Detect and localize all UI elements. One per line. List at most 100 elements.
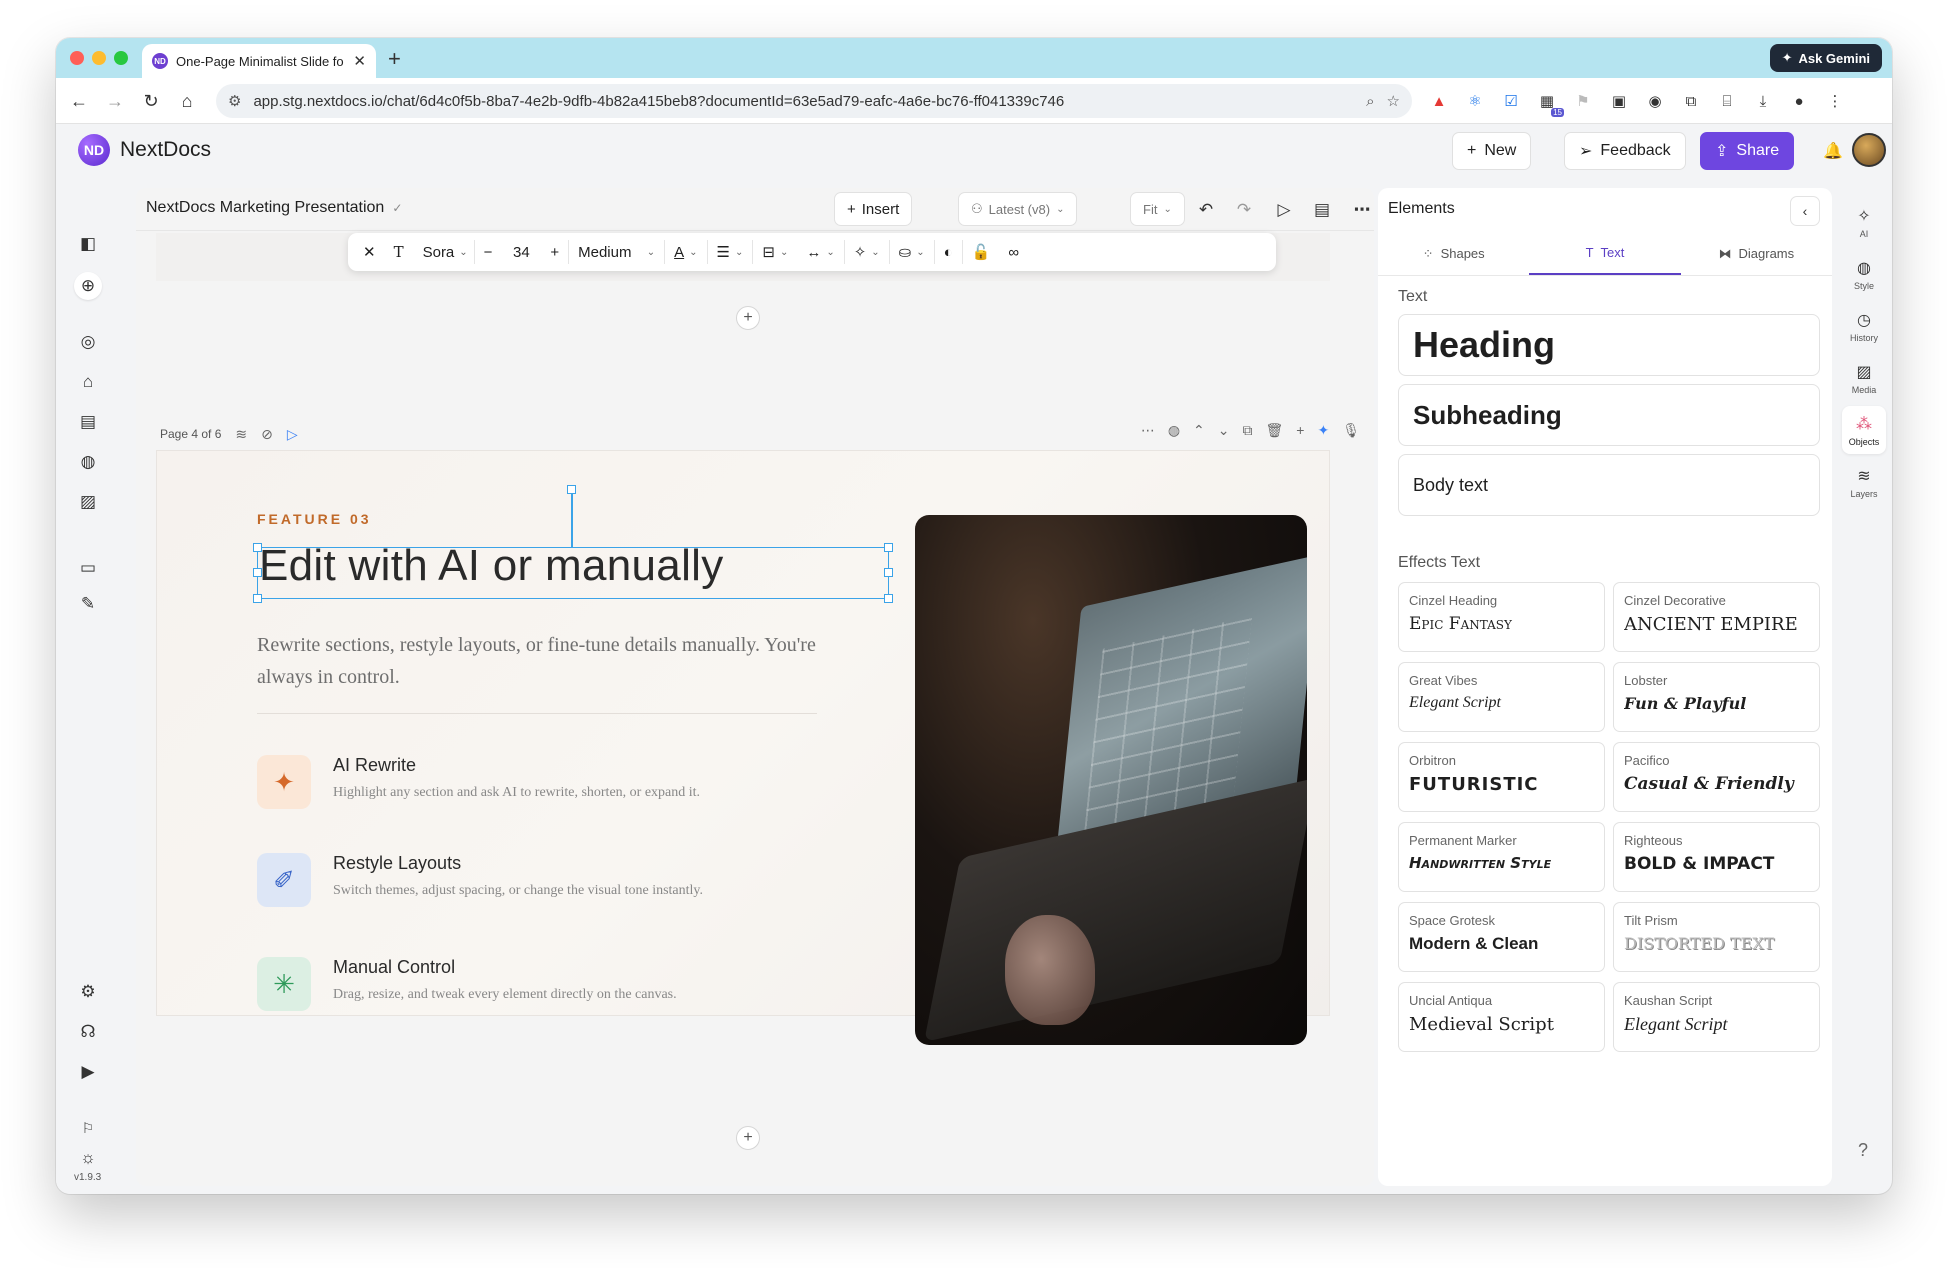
feedback-button[interactable]: ➢ Feedback: [1564, 132, 1686, 170]
laptop-photo[interactable]: [915, 515, 1307, 1045]
heading-text-option[interactable]: Heading: [1398, 314, 1820, 376]
redo-icon[interactable]: ↷: [1230, 196, 1258, 224]
slide-body-text[interactable]: Rewrite sections, restyle layouts, or fi…: [257, 629, 817, 693]
help-question-icon[interactable]: ?: [1858, 1140, 1868, 1161]
opacity-icon[interactable]: ◐: [935, 240, 963, 264]
duplicate-icon[interactable]: ⧉: [1243, 422, 1253, 439]
app-logo[interactable]: ND NextDocs: [78, 134, 211, 166]
support-headset-icon[interactable]: ☊: [74, 1018, 102, 1046]
insert-button[interactable]: + Insert: [834, 192, 913, 226]
resize-handle-tl[interactable]: [253, 543, 262, 552]
settings-gear-icon[interactable]: ⚙: [74, 978, 102, 1006]
tab-diagrams[interactable]: ⧓ Diagrams: [1681, 232, 1832, 275]
video-icon[interactable]: ▶: [74, 1058, 102, 1086]
delete-trash-icon[interactable]: 🗑: [1266, 422, 1284, 439]
spacing-dropdown[interactable]: ↔ ⌄: [797, 240, 845, 264]
url-text[interactable]: app.stg.nextdocs.io/chat/6d4c0f5b-8ba7-4…: [253, 93, 1354, 110]
images-icon[interactable]: ▨: [74, 488, 102, 516]
lock-icon[interactable]: 🔓: [963, 233, 1000, 271]
fill-dropdown[interactable]: ⛀ ⌄: [890, 240, 935, 264]
rail-style[interactable]: ◍ Style: [1842, 250, 1886, 298]
extension-check-icon[interactable]: ☑: [1498, 88, 1524, 114]
font-size-value[interactable]: 34: [501, 233, 541, 271]
toggle-sidebar-icon[interactable]: ◧: [74, 230, 102, 258]
tab-shapes[interactable]: ⁘ Shapes: [1378, 232, 1529, 275]
home-nav-icon[interactable]: ⌂: [74, 368, 102, 396]
new-tab-icon[interactable]: +: [388, 46, 401, 72]
resize-handle-br[interactable]: [884, 594, 893, 603]
notifications-bell-icon[interactable]: 🔔: [1818, 136, 1848, 166]
effects-dropdown[interactable]: ✧ ⌄: [845, 240, 890, 264]
extensions-puzzle-icon[interactable]: ⧉: [1678, 88, 1704, 114]
collapse-panel-icon[interactable]: ‹: [1790, 196, 1820, 226]
extension-circle-icon[interactable]: ◉: [1642, 88, 1668, 114]
reload-icon[interactable]: ↻: [138, 88, 164, 114]
us-flag-icon[interactable]: ⚐: [74, 1114, 102, 1142]
slide-eyebrow[interactable]: FEATURE 03: [257, 511, 372, 527]
close-window-button[interactable]: [70, 51, 84, 65]
new-chat-icon[interactable]: ⊕: [74, 272, 102, 300]
templates-icon[interactable]: ▤: [74, 408, 102, 436]
resize-handle-ml[interactable]: [253, 568, 262, 577]
effect-option[interactable]: Orbitron FUTURISTIC: [1398, 742, 1605, 812]
panel-resize-grip-icon[interactable]: ⠿: [1372, 720, 1374, 737]
extension-triangle-icon[interactable]: ▲: [1426, 88, 1452, 114]
slide-canvas[interactable]: FEATURE 03 Edit with AI or manually Rewr…: [156, 450, 1330, 1045]
font-family-dropdown[interactable]: T Sora ⌄: [385, 240, 475, 264]
text-color-dropdown[interactable]: A ⌄: [665, 240, 708, 264]
rail-ai[interactable]: ✧ AI: [1842, 198, 1886, 246]
reading-mode-icon[interactable]: ⌸: [1714, 88, 1740, 114]
vertical-align-dropdown[interactable]: ⊟ ⌄: [753, 233, 797, 271]
extension-calendar-icon[interactable]: ▦ 15: [1534, 88, 1564, 117]
align-dropdown[interactable]: ☰ ⌄: [708, 240, 754, 264]
download-icon[interactable]: ⤓: [1750, 88, 1776, 114]
add-page-icon[interactable]: +: [1296, 422, 1304, 439]
effect-option[interactable]: Great Vibes Elegant Script: [1398, 662, 1605, 732]
new-button[interactable]: + New: [1452, 132, 1532, 170]
increase-size-button[interactable]: +: [541, 240, 570, 264]
feature-item[interactable]: ✐ Restyle Layouts Switch themes, adjust …: [257, 853, 857, 913]
palette-icon[interactable]: ◍: [74, 448, 102, 476]
profile-avatar-icon[interactable]: ●: [1786, 88, 1812, 114]
browser-tab[interactable]: ND One-Page Minimalist Slide fo ✕: [142, 44, 376, 78]
version-dropdown[interactable]: ⚇ Latest (v8) ⌄: [958, 192, 1078, 226]
address-bar[interactable]: ⚙ app.stg.nextdocs.io/chat/6d4c0f5b-8ba7…: [216, 84, 1412, 118]
link-icon[interactable]: ∞: [999, 233, 1028, 271]
more-menu-icon[interactable]: ⋮: [1822, 88, 1848, 114]
present-play-icon[interactable]: ▷: [1270, 196, 1298, 224]
forward-icon[interactable]: →: [102, 88, 128, 114]
theme-sun-icon[interactable]: ☼: [74, 1144, 102, 1172]
resize-handle-mr[interactable]: [884, 568, 893, 577]
ask-gemini-button[interactable]: ✦ Ask Gemini: [1769, 44, 1882, 72]
font-weight-dropdown[interactable]: Medium ⌄: [569, 240, 666, 264]
subheading-text-option[interactable]: Subheading: [1398, 384, 1820, 446]
hide-page-icon[interactable]: ⊘: [261, 426, 273, 443]
close-toolbar-icon[interactable]: ✕: [354, 233, 385, 271]
decrease-size-button[interactable]: −: [475, 233, 502, 271]
effect-option[interactable]: Permanent Marker Handwritten Style: [1398, 822, 1605, 892]
extension-react-icon[interactable]: ⚛: [1462, 88, 1488, 114]
move-up-icon[interactable]: ⌃: [1193, 422, 1205, 439]
rail-media[interactable]: ▨ Media: [1842, 354, 1886, 402]
effect-option[interactable]: Tilt Prism DISTORTED TEXT: [1613, 902, 1820, 972]
rail-layers[interactable]: ≋ Layers: [1842, 458, 1886, 506]
folder-icon[interactable]: ▭: [74, 554, 102, 582]
feature-item[interactable]: ✳ Manual Control Drag, resize, and tweak…: [257, 957, 857, 1017]
resize-handle-bl[interactable]: [253, 594, 262, 603]
add-page-above-button[interactable]: +: [736, 306, 760, 330]
resize-handle-tr[interactable]: [884, 543, 893, 552]
add-page-below-button[interactable]: +: [736, 1126, 760, 1150]
home-icon[interactable]: ⌂: [174, 88, 200, 114]
rail-history[interactable]: ◷ History: [1842, 302, 1886, 350]
rail-objects[interactable]: ⁂ Objects: [1842, 406, 1886, 454]
document-title[interactable]: NextDocs Marketing Presentation ✓: [146, 199, 402, 217]
zoom-search-icon[interactable]: ⌕: [1366, 93, 1374, 110]
share-button[interactable]: ⇪ Share: [1700, 132, 1795, 170]
tab-close-icon[interactable]: ✕: [353, 52, 366, 70]
rotate-handle[interactable]: [567, 485, 576, 494]
effect-option[interactable]: Space Grotesk Modern & Clean: [1398, 902, 1605, 972]
effect-option[interactable]: Lobster Fun & Playful: [1613, 662, 1820, 732]
feature-item[interactable]: ✦ AI Rewrite Highlight any section and a…: [257, 755, 857, 815]
extension-window-icon[interactable]: ▣: [1606, 88, 1632, 114]
extension-ghost-icon[interactable]: ⚑: [1570, 88, 1596, 114]
